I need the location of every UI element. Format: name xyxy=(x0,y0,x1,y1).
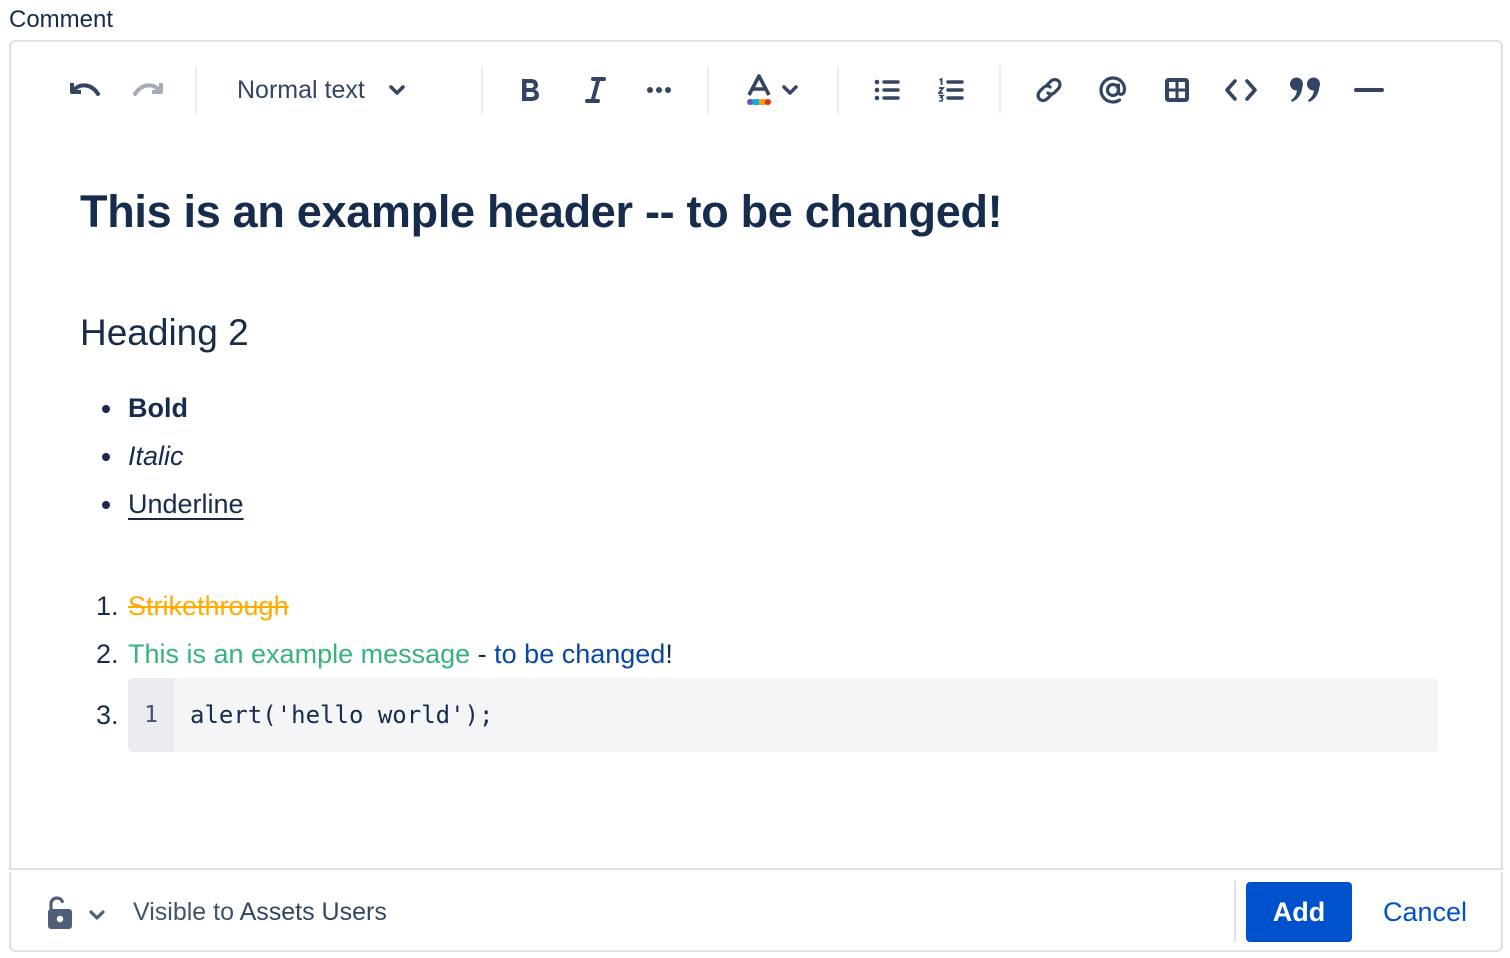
code-line-number: 1 xyxy=(128,678,174,752)
numbered-list-icon xyxy=(938,78,964,102)
underline-text: Underline xyxy=(128,489,244,519)
quote-button[interactable] xyxy=(1283,68,1327,112)
separator-text: - xyxy=(470,639,495,669)
list-number: 3. xyxy=(96,700,119,730)
list-number: 1. xyxy=(96,591,119,621)
blue-text: to be changed xyxy=(494,639,666,669)
text-style-value: Normal text xyxy=(237,75,365,104)
list-item: Bold xyxy=(80,384,244,432)
italic-icon xyxy=(584,76,606,104)
undo-button[interactable] xyxy=(63,68,107,112)
divider-button[interactable] xyxy=(1347,68,1391,112)
strikethrough-text: Strikethrough xyxy=(128,591,289,621)
numbered-list-button[interactable] xyxy=(929,68,973,112)
chevron-down-icon xyxy=(89,907,105,925)
add-button[interactable]: Add xyxy=(1246,882,1352,942)
redo-button[interactable] xyxy=(126,68,170,112)
exclamation-text: ! xyxy=(665,639,673,669)
bold-text: Bold xyxy=(128,393,188,423)
more-formatting-button[interactable] xyxy=(637,68,681,112)
toolbar-divider xyxy=(999,66,1001,114)
toolbar-divider xyxy=(707,66,709,114)
undo-icon xyxy=(68,79,102,101)
editor-footer: Visible to Assets Users Add Cancel xyxy=(9,872,1503,952)
bullet-list-button[interactable] xyxy=(865,68,909,112)
comment-editor[interactable]: Normal text This is an example header --… xyxy=(9,40,1503,870)
text-color-button[interactable] xyxy=(741,68,803,112)
divider-icon xyxy=(1354,87,1384,93)
redo-icon xyxy=(131,79,165,101)
heading-1: This is an example header -- to be chang… xyxy=(80,186,1003,237)
code-snippet-button[interactable] xyxy=(1219,68,1263,112)
text-color-icon xyxy=(746,74,772,106)
mention-button[interactable] xyxy=(1091,68,1135,112)
mention-icon xyxy=(1098,75,1128,105)
code-icon xyxy=(1225,78,1257,102)
chevron-down-icon xyxy=(782,85,798,95)
table-icon xyxy=(1164,77,1190,103)
toolbar-divider xyxy=(481,66,483,114)
text-style-dropdown[interactable]: Normal text xyxy=(237,68,433,112)
bold-icon xyxy=(518,76,542,104)
toolbar-divider xyxy=(837,66,839,114)
bold-button[interactable] xyxy=(508,68,552,112)
visibility-group: Assets Users xyxy=(239,898,387,926)
green-text: This is an example message xyxy=(128,639,471,669)
visibility-prefix: Visible to xyxy=(133,898,240,926)
cancel-button[interactable]: Cancel xyxy=(1373,882,1477,942)
table-button[interactable] xyxy=(1155,68,1199,112)
list-item: Underline xyxy=(80,480,244,528)
editor-toolbar: Normal text xyxy=(11,42,1501,138)
more-formatting-icon xyxy=(646,86,672,94)
link-icon xyxy=(1035,76,1063,104)
numbered-list: 1. Strikethrough 2. This is an example m… xyxy=(80,582,1440,752)
heading-2: Heading 2 xyxy=(80,312,249,353)
bullet-list: Bold Italic Underline xyxy=(80,384,244,528)
bullet-list-icon xyxy=(874,79,900,101)
code-block[interactable]: 1 alert('hello world'); xyxy=(128,678,1438,752)
italic-text: Italic xyxy=(128,441,184,471)
list-number: 2. xyxy=(96,639,119,669)
list-item: 1. Strikethrough xyxy=(80,582,1440,630)
toolbar-divider xyxy=(195,66,197,114)
chevron-down-icon xyxy=(389,85,405,95)
footer-divider xyxy=(1234,880,1236,942)
link-button[interactable] xyxy=(1027,68,1071,112)
list-item: 2. This is an example message - to be ch… xyxy=(80,630,1440,678)
code-text: alert('hello world'); xyxy=(190,701,494,729)
visibility-dropdown[interactable] xyxy=(45,896,105,935)
list-item: Italic xyxy=(80,432,244,480)
comment-field-label: Comment xyxy=(9,6,114,33)
italic-button[interactable] xyxy=(573,68,617,112)
list-item: 3. 1 alert('hello world'); xyxy=(80,678,1440,752)
quote-icon xyxy=(1289,76,1321,104)
unlock-icon xyxy=(45,896,75,935)
visibility-text: Visible to Assets Users xyxy=(133,898,387,927)
